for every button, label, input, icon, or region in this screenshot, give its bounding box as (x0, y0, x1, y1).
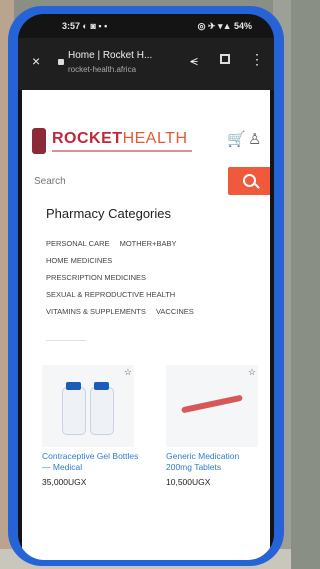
bottle-shape (90, 382, 114, 435)
browser-toolbar: × Home | Rocket H... rocket-health.afric… (18, 38, 274, 90)
category-vitamins-supplements[interactable]: VITAMINS & SUPPLEMENTS (46, 307, 146, 316)
search-input[interactable] (32, 168, 216, 194)
bottle-shape (62, 382, 86, 435)
site-logo[interactable]: ROCKETHEALTH (32, 128, 194, 156)
product-price: 35,000UGX (42, 477, 87, 487)
medicine-shape (181, 394, 243, 414)
category-home-medicines[interactable]: HOME MEDICINES (46, 256, 112, 265)
product-card[interactable]: ☆ Contraceptive Gel Bottles — Medical 35… (42, 365, 142, 487)
status-time: 3:57 ◐ ◙ ▪ • (62, 21, 108, 31)
wishlist-icon[interactable]: ☆ (248, 367, 256, 378)
bookmark-icon[interactable] (220, 54, 230, 64)
tab-title[interactable]: Home | Rocket H... (68, 50, 152, 61)
status-bar: 3:57 ◐ ◙ ▪ • ◎ ✈ ▾▲ 54% (18, 14, 274, 38)
product-image[interactable]: ☆ (42, 365, 134, 447)
product-name[interactable]: Generic Medication 200mg Tablets (166, 451, 266, 473)
logo-text: ROCKETHEALTH (52, 130, 188, 147)
url-text[interactable]: rocket-health.africa (68, 65, 136, 74)
product-name[interactable]: Contraceptive Gel Bottles — Medical (42, 451, 142, 473)
wishlist-icon[interactable]: ☆ (124, 367, 132, 378)
category-list: PERSONAL CARE MOTHER+BABY HOME MEDICINES… (46, 235, 202, 320)
more-options-icon[interactable]: ⋮ (250, 51, 264, 68)
shopping-cart-icon[interactable]: 🛒 (227, 130, 246, 148)
category-personal-care[interactable]: PERSONAL CARE (46, 239, 110, 248)
category-vaccines[interactable]: VACCINES (156, 307, 194, 316)
category-sexual-reproductive-health[interactable]: SEXUAL & REPRODUCTIVE HEALTH (46, 290, 175, 299)
product-image[interactable]: ☆ (166, 365, 258, 447)
divider (46, 340, 86, 341)
status-indicators: ◎ ✈ ▾▲ 54% (197, 21, 252, 31)
category-mother-baby[interactable]: MOTHER+BABY (120, 239, 177, 248)
web-page: ROCKETHEALTH 🛒 ♙ Pharmacy Categories PER… (22, 90, 270, 560)
product-price: 10,500UGX (166, 477, 211, 487)
search-icon[interactable] (228, 167, 270, 195)
lock-icon (58, 59, 64, 65)
logo-mark (32, 128, 46, 154)
close-icon[interactable]: × (32, 53, 40, 69)
logo-underline (52, 150, 192, 152)
phone-screen: 3:57 ◐ ◙ ▪ • ◎ ✈ ▾▲ 54% × Home | Rocket … (18, 14, 274, 560)
pharmacy-categories-title: Pharmacy Categories (46, 206, 171, 221)
product-card[interactable]: ☆ Generic Medication 200mg Tablets 10,50… (166, 365, 266, 487)
share-icon[interactable]: ⪪ (190, 52, 198, 69)
user-icon[interactable]: ♙ (248, 130, 261, 148)
category-prescription-medicines[interactable]: PRESCRIPTION MEDICINES (46, 273, 146, 282)
